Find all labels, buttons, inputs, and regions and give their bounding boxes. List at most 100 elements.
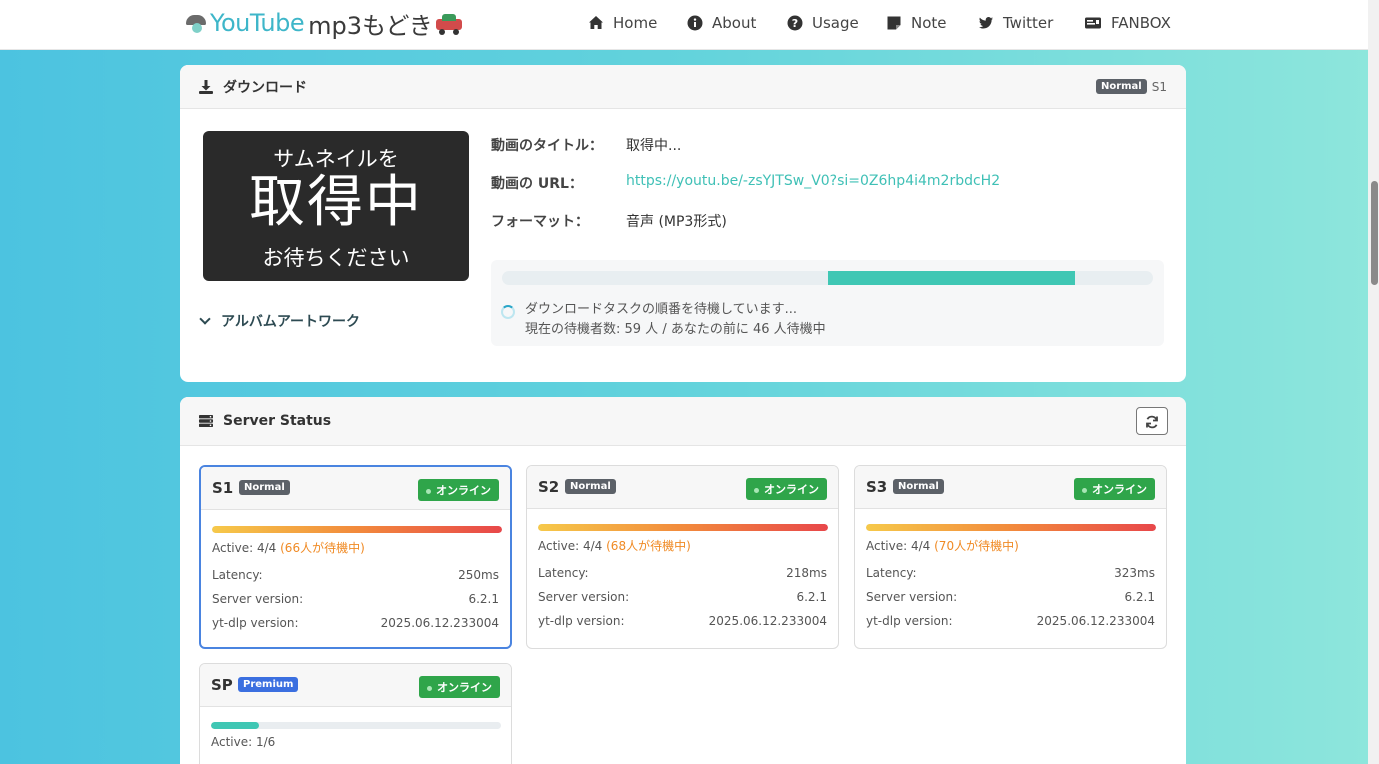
online-label: オンライン	[1092, 483, 1147, 496]
twitter-icon	[978, 15, 994, 31]
server-version-row: Server version: 6.2.1	[212, 592, 499, 606]
online-badge: オンライン	[1074, 478, 1155, 500]
server-load-bar	[866, 524, 1156, 531]
server-version-value: 6.2.1	[1124, 590, 1155, 604]
server-version-row: Server version: 6.2.1	[538, 590, 827, 604]
latency-row: Latency: 323ms	[866, 566, 1155, 580]
refresh-icon	[1145, 414, 1159, 429]
nav-twitter[interactable]: Twitter	[978, 14, 1053, 32]
video-url-link[interactable]: https://youtu.be/-zsYJTSw_V0?si=0Z6hp4i4…	[626, 173, 1000, 189]
server-card-sp[interactable]: SP Premium オンライン Active: 1/6	[199, 663, 512, 764]
latency-row: Latency: 250ms	[212, 568, 499, 582]
server-active-count: Active: 4/4	[866, 539, 931, 553]
server-active-text: Active: 4/4 (68人が待機中)	[538, 537, 691, 554]
online-label: オンライン	[436, 484, 491, 497]
download-card-header: ダウンロード Normal S1	[180, 65, 1186, 109]
server-tier-badge: Normal	[565, 479, 616, 494]
server-version-label: Server version:	[212, 592, 304, 606]
server-tier-badge: Normal	[239, 480, 290, 495]
server-load-fill	[866, 524, 1156, 531]
tier-badge: Normal	[1095, 79, 1147, 94]
online-label: オンライン	[437, 681, 492, 694]
ytdlp-version-value: 2025.06.12.233004	[1036, 614, 1155, 628]
thumbnail-line2: 取得中	[249, 170, 423, 235]
server-active-count: Active: 4/4	[212, 541, 277, 555]
progress-box: ダウンロードタスクの順番を待機しています... 現在の待機者数: 59 人 / …	[491, 260, 1164, 346]
server-status-header: Server Status	[180, 397, 1186, 446]
online-dot-icon	[426, 488, 431, 494]
ytdlp-version-label: yt-dlp version:	[212, 616, 299, 630]
server-load-fill	[212, 526, 502, 533]
server-card-header: SP Premium オンライン	[200, 664, 511, 707]
server-version-label: Server version:	[538, 590, 630, 604]
server-active-count: Active: 4/4	[538, 539, 603, 553]
scrollbar-thumb[interactable]	[1371, 181, 1378, 285]
site-logo[interactable]: YouTube mp3もどき	[184, 6, 464, 40]
ytdlp-version-row: yt-dlp version: 2025.06.12.233004	[538, 614, 827, 628]
refresh-button[interactable]	[1136, 407, 1168, 435]
download-card: ダウンロード Normal S1 サムネイルを 取得中 お待ちください 動画のタ…	[180, 65, 1186, 382]
server-name: S2	[538, 478, 560, 496]
video-url-label: 動画の URL：	[491, 176, 583, 192]
logo-text-mp3: mp3もどき	[308, 11, 433, 40]
server-card-s3[interactable]: S3 Normal オンライン Active: 4/4 (70人が待機中) La…	[854, 465, 1167, 649]
nav-note[interactable]: Note	[886, 14, 947, 32]
loading-spinner-icon	[501, 305, 515, 319]
server-tier-badge: Premium	[238, 677, 299, 692]
online-badge: オンライン	[419, 676, 500, 698]
question-circle-icon: ?	[787, 15, 803, 31]
nav-home-label: Home	[613, 14, 658, 32]
album-artwork-label: アルバムアートワーク	[221, 314, 361, 330]
server-queue-text: (66人が待機中)	[280, 541, 365, 555]
latency-label: Latency:	[212, 568, 263, 582]
server-active-text: Active: 1/6	[211, 735, 275, 749]
page-scrollbar[interactable]	[1368, 0, 1379, 764]
server-queue-text: (68人が待機中)	[606, 539, 691, 553]
nav-home[interactable]: Home	[588, 14, 657, 32]
nav-about[interactable]: About	[687, 14, 756, 32]
server-name: S1	[212, 479, 234, 497]
server-card-s2[interactable]: S2 Normal オンライン Active: 4/4 (68人が待機中) La…	[526, 465, 839, 649]
chevron-down-icon	[199, 313, 211, 325]
server-indicator: Normal S1	[1095, 79, 1167, 94]
video-title-label: 動画のタイトル：	[491, 138, 603, 154]
server-version-row: Server version: 6.2.1	[866, 590, 1155, 604]
server-name: SP	[211, 676, 233, 694]
thumbnail-line3: お待ちください	[262, 246, 410, 270]
server-stack-icon	[198, 413, 214, 429]
thumbnail-line1: サムネイルを	[273, 147, 399, 171]
server-load-bar	[538, 524, 828, 531]
online-dot-icon	[754, 487, 759, 493]
download-icon	[198, 79, 214, 95]
nav-note-label: Note	[911, 14, 947, 32]
online-badge: オンライン	[418, 479, 499, 501]
album-artwork-toggle[interactable]: アルバムアートワーク	[199, 311, 361, 331]
thumbnail-placeholder: サムネイルを 取得中 お待ちください	[203, 131, 469, 281]
server-status-card: Server Status S1 Normal オンライン Active: 4/…	[180, 397, 1186, 764]
server-card-s1[interactable]: S1 Normal オンライン Active: 4/4 (66人が待機中) La…	[199, 465, 512, 649]
nav-usage[interactable]: ? Usage	[787, 14, 859, 32]
latency-value: 323ms	[1114, 566, 1155, 580]
id-card-icon	[1084, 15, 1102, 31]
svg-text:?: ?	[792, 17, 798, 30]
server-load-fill	[538, 524, 828, 531]
server-load-fill	[211, 722, 260, 729]
info-circle-icon	[687, 15, 703, 31]
server-queue-text: (70人が待機中)	[934, 539, 1019, 553]
latency-value: 250ms	[458, 568, 499, 582]
format-label: フォーマット：	[491, 214, 589, 230]
latency-row: Latency: 218ms	[538, 566, 827, 580]
nav-usage-label: Usage	[812, 14, 859, 32]
download-progress-fill	[827, 271, 1075, 285]
server-load-bar	[212, 526, 502, 533]
server-load-bar	[211, 722, 501, 729]
ytdlp-version-value: 2025.06.12.233004	[380, 616, 499, 630]
server-name: S3	[866, 478, 888, 496]
nav-fanbox[interactable]: FANBOX	[1084, 14, 1171, 32]
online-badge: オンライン	[746, 478, 827, 500]
server-label: S1	[1151, 79, 1167, 94]
server-card-header: S3 Normal オンライン	[855, 466, 1166, 509]
server-card-header: S1 Normal オンライン	[201, 467, 510, 510]
ytdlp-version-row: yt-dlp version: 2025.06.12.233004	[866, 614, 1155, 628]
latency-value: 218ms	[786, 566, 827, 580]
